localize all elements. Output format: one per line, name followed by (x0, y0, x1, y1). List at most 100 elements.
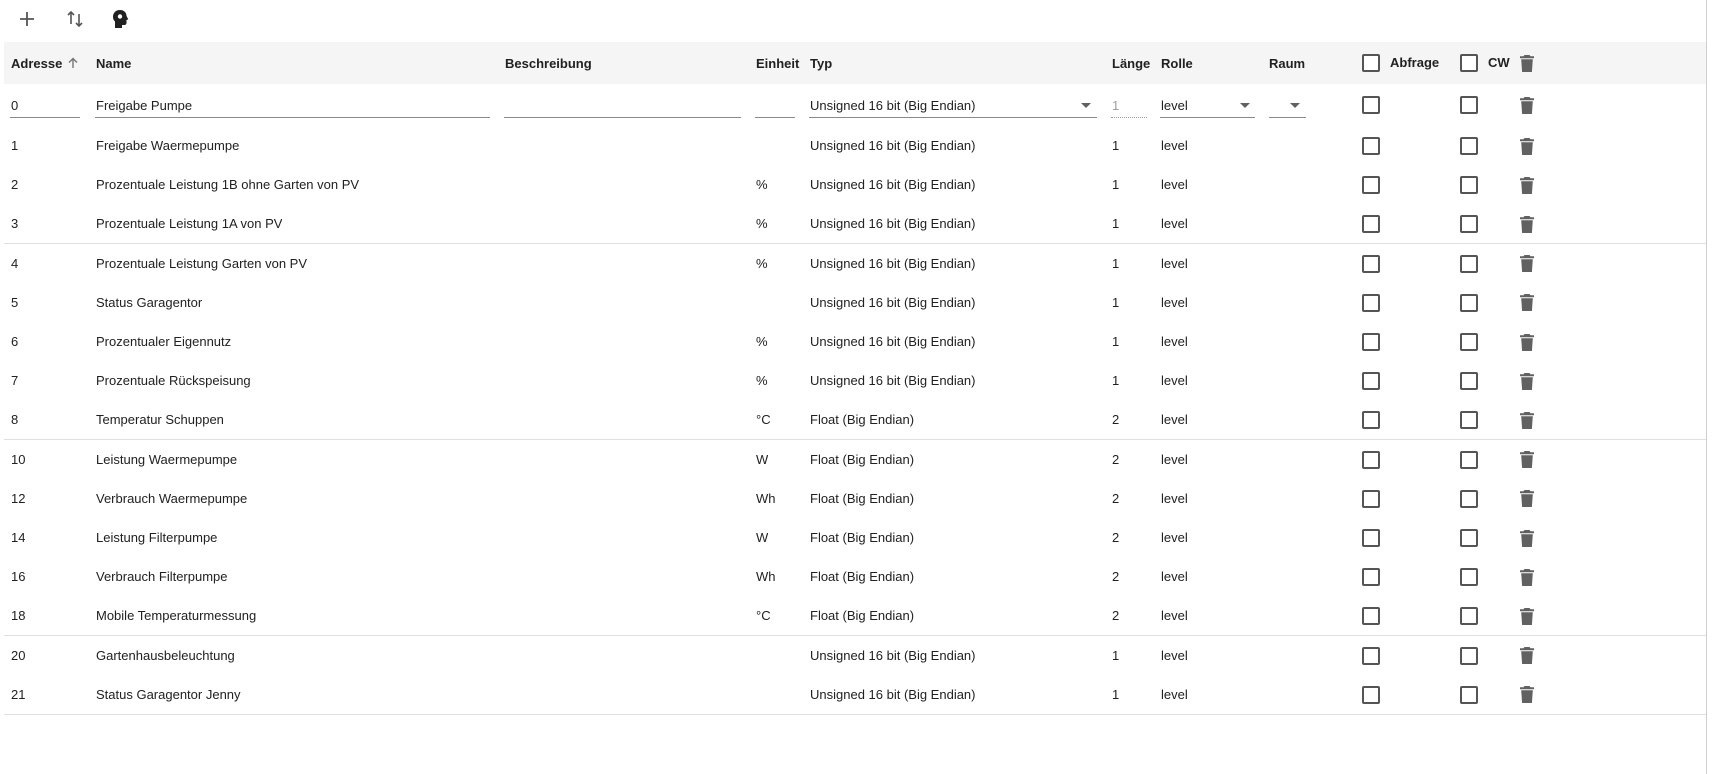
cw-checkbox[interactable] (1460, 215, 1478, 234)
delete-row-icon[interactable] (1517, 253, 1537, 275)
table-row[interactable]: 16 Verbrauch Filterpumpe Wh Float (Big Endi… (4, 557, 1706, 598)
head-icon[interactable] (104, 4, 136, 34)
poll-checkbox[interactable] (1362, 215, 1380, 234)
cell-type: Float (Big Endian) (810, 530, 915, 545)
cw-checkbox[interactable] (1460, 529, 1478, 547)
cw-checkbox[interactable] (1460, 489, 1478, 508)
table-row[interactable]: 2 Prozentuale Leistung 1B ohne Garten von… (4, 165, 1706, 206)
column-header-unit[interactable]: Einheit (756, 42, 799, 84)
cell-name: Status Garagentor (96, 294, 203, 310)
cell-length: 2 (1112, 530, 1120, 545)
cw-checkbox[interactable] (1460, 333, 1478, 351)
sort-ascending-icon[interactable] (67, 57, 79, 69)
cell-name: Gartenhausbeleuchtung (96, 647, 235, 663)
cw-checkbox[interactable] (1460, 685, 1478, 704)
poll-checkbox[interactable] (1362, 489, 1380, 508)
poll-checkbox[interactable] (1362, 293, 1380, 312)
table-row[interactable]: 4 Prozentuale Leistung Garten von PV% Unsi… (4, 243, 1706, 284)
cw-checkbox[interactable] (1460, 176, 1478, 195)
cell-address: 6 (11, 334, 19, 349)
delete-row-icon[interactable] (1517, 684, 1537, 706)
table-row[interactable]: 3 Prozentuale Leistung 1A von PV% Unsigned… (4, 204, 1706, 245)
poll-checkbox[interactable] (1362, 450, 1380, 469)
cw-checkbox[interactable] (1460, 372, 1478, 391)
cw-checkbox[interactable] (1460, 137, 1478, 155)
poll-checkbox[interactable] (1362, 372, 1380, 391)
poll-checkbox[interactable] (1362, 254, 1380, 273)
delete-row-icon[interactable] (1517, 449, 1537, 471)
table-row[interactable]: 7 Prozentuale Rückspeisung% Unsigned 16 bi… (4, 361, 1706, 402)
column-header-address[interactable]: Adresse (11, 42, 79, 84)
delete-row-icon[interactable] (1517, 331, 1537, 353)
delete-row-icon[interactable] (1517, 94, 1537, 116)
table-row[interactable]: 5 Status Garagentor Unsigned 16 bit (Big E… (4, 282, 1706, 323)
table-row[interactable]: 18 Mobile Temperaturmessung °C Float (Big E… (4, 596, 1706, 637)
column-header-type[interactable]: Typ (810, 42, 832, 84)
role-dropdown-icon[interactable] (1240, 103, 1250, 108)
select-all-cw-checkbox[interactable] (1460, 54, 1478, 72)
address-input[interactable]: 0 (11, 84, 81, 126)
delete-all-icon[interactable] (1517, 52, 1537, 74)
column-header-length[interactable]: Länge (1112, 42, 1150, 84)
cell-length: 2 (1112, 608, 1120, 624)
cw-checkbox[interactable] (1460, 607, 1478, 626)
column-header-description[interactable]: Beschreibung (505, 42, 592, 84)
name-input[interactable]: Freigabe Pumpe (96, 84, 490, 126)
delete-row-icon[interactable] (1517, 174, 1537, 196)
poll-checkbox[interactable] (1362, 137, 1380, 155)
table-row[interactable]: 12 Verbrauch Waermepumpe Wh Float (Big Endi… (4, 478, 1706, 519)
cw-checkbox[interactable] (1460, 254, 1478, 273)
scrollbar-edge[interactable] (1706, 0, 1707, 774)
cw-checkbox[interactable] (1460, 96, 1478, 114)
cw-checkbox[interactable] (1460, 293, 1478, 312)
delete-row-icon[interactable] (1517, 370, 1537, 392)
delete-row-icon[interactable] (1517, 135, 1537, 157)
column-header-room[interactable]: Raum (1269, 42, 1305, 84)
room-select[interactable] (1269, 84, 1289, 126)
cw-checkbox[interactable] (1460, 646, 1478, 665)
cell-role: level (1161, 490, 1188, 506)
poll-checkbox[interactable] (1362, 685, 1380, 704)
poll-checkbox[interactable] (1362, 96, 1380, 114)
description-input[interactable] (505, 84, 741, 126)
unit-input[interactable] (756, 84, 794, 126)
add-icon[interactable] (11, 4, 43, 34)
table-row[interactable]: 8 Temperatur Schuppen °C Float (Big Endian)… (4, 400, 1706, 441)
delete-row-icon[interactable] (1517, 409, 1537, 431)
cell-length: 2 (1112, 569, 1120, 585)
delete-row-icon[interactable] (1517, 566, 1537, 588)
type-select[interactable]: Unsigned 16 bit (Big Endian) (810, 84, 1070, 126)
poll-checkbox[interactable] (1362, 646, 1380, 665)
column-header-name[interactable]: Name (96, 42, 131, 84)
select-all-poll-checkbox[interactable] (1362, 54, 1380, 72)
table-row[interactable]: 20 Gartenhausbeleuchtung Unsigned 16 bit (… (4, 635, 1706, 676)
delete-row-icon[interactable] (1517, 645, 1537, 667)
poll-checkbox[interactable] (1362, 568, 1380, 587)
cw-checkbox[interactable] (1460, 450, 1478, 469)
poll-checkbox[interactable] (1362, 176, 1380, 195)
table-row[interactable]: 1 Freigabe Waermepumpe Unsigned 16 bit (Bi… (4, 126, 1706, 166)
delete-row-icon[interactable] (1517, 488, 1537, 510)
poll-checkbox[interactable] (1362, 411, 1380, 430)
cell-name: Mobile Temperaturmessung (96, 608, 257, 624)
poll-checkbox[interactable] (1362, 333, 1380, 351)
delete-row-icon[interactable] (1517, 605, 1537, 627)
poll-checkbox[interactable] (1362, 529, 1380, 547)
cell-unit: % (756, 334, 768, 349)
table-row[interactable]: 14 Leistung Filterpumpe W Float (Big Endian… (4, 518, 1706, 558)
table-row[interactable]: 6 Prozentualer Eigennutz% Unsigned 16 bit … (4, 322, 1706, 362)
poll-checkbox[interactable] (1362, 607, 1380, 626)
delete-row-icon[interactable] (1517, 292, 1537, 314)
sort-icon[interactable] (59, 4, 91, 34)
table-row[interactable]: 10 Leistung Waermepumpe W Float (Big Endian… (4, 439, 1706, 480)
role-select[interactable]: level (1161, 84, 1231, 126)
column-header-role[interactable]: Rolle (1161, 42, 1193, 84)
table-row[interactable]: 21 Status Garagentor Jenny Unsigned 16 bit… (4, 674, 1706, 715)
cw-checkbox[interactable] (1460, 411, 1478, 430)
delete-row-icon[interactable] (1517, 213, 1537, 235)
type-dropdown-icon[interactable] (1081, 103, 1091, 108)
delete-row-icon[interactable] (1517, 527, 1537, 549)
cw-checkbox[interactable] (1460, 568, 1478, 587)
cell-name: Leistung Filterpumpe (96, 530, 218, 545)
room-dropdown-icon[interactable] (1290, 103, 1300, 108)
